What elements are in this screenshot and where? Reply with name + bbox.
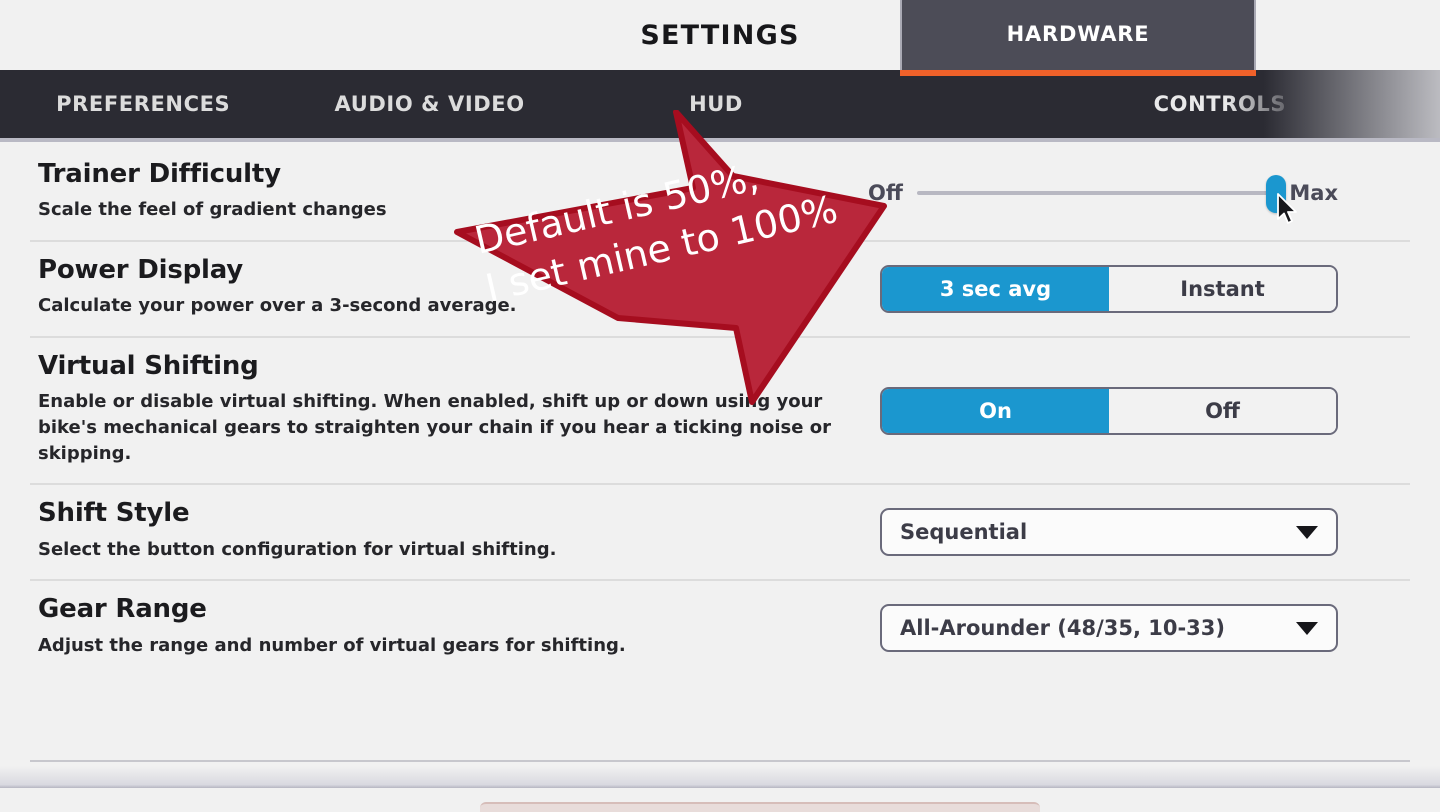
- bottom-shade: [0, 766, 1440, 788]
- setting-description: Select the button configuration for virt…: [38, 538, 557, 560]
- setting-control: Sequential: [868, 506, 1338, 557]
- tab-active-indicator: [900, 70, 1256, 76]
- slider-track[interactable]: [916, 191, 1276, 195]
- tab-hud[interactable]: HUD: [573, 70, 859, 138]
- slider-track-area[interactable]: [916, 173, 1298, 224]
- dropdown-value: All-Arounder (48/35, 10-33): [900, 616, 1226, 641]
- setting-description: Calculate your power over a 3-second ave…: [38, 295, 517, 317]
- bottom-panel-stub: [480, 802, 1040, 812]
- setting-control: All-Arounder (48/35, 10-33): [868, 602, 1338, 653]
- tab-label: HARDWARE: [1006, 22, 1150, 46]
- setting-control: Off Max: [868, 171, 1338, 224]
- bottom-divider: [30, 760, 1410, 762]
- tab-label: PREFERENCES: [56, 92, 231, 116]
- setting-title: Trainer Difficulty: [38, 159, 281, 189]
- setting-row-trainer-difficulty: Trainer Difficulty Scale the feel of gra…: [0, 144, 1440, 240]
- virtual-shifting-toggle[interactable]: On Off: [880, 386, 1338, 435]
- slider-handle[interactable]: [1266, 175, 1287, 213]
- power-display-toggle[interactable]: 3 sec avg Instant: [880, 265, 1338, 313]
- setting-title: Virtual Shifting: [38, 351, 259, 381]
- tab-label: HUD: [689, 92, 743, 116]
- chevron-down-icon: [1296, 525, 1318, 539]
- segment-on[interactable]: On: [882, 388, 1109, 433]
- settings-list: Trainer Difficulty Scale the feel of gra…: [0, 138, 1440, 675]
- setting-text: Gear Range Adjust the range and number o…: [38, 595, 868, 658]
- shift-style-dropdown[interactable]: Sequential: [880, 508, 1338, 557]
- page-title: SETTINGS: [640, 19, 800, 51]
- tab-audio-video[interactable]: AUDIO & VIDEO: [286, 70, 572, 138]
- setting-description: Enable or disable virtual shifting. When…: [38, 391, 831, 465]
- setting-row-power-display: Power Display Calculate your power over …: [0, 240, 1440, 336]
- chevron-down-icon: [1296, 621, 1318, 635]
- setting-text: Trainer Difficulty Scale the feel of gra…: [38, 159, 868, 223]
- tab-label: CONTROLS: [1153, 92, 1287, 116]
- setting-row-virtual-shifting: Virtual Shifting Enable or disable virtu…: [0, 336, 1440, 483]
- dropdown-value: Sequential: [900, 520, 1028, 545]
- setting-text: Virtual Shifting Enable or disable virtu…: [38, 351, 868, 467]
- slider-min-label: Off: [868, 181, 903, 205]
- tab-hardware[interactable]: HARDWARE: [900, 0, 1256, 74]
- setting-text: Power Display Calculate your power over …: [38, 255, 868, 319]
- segment-instant[interactable]: Instant: [1109, 267, 1336, 311]
- setting-control: 3 sec avg Instant: [868, 263, 1338, 313]
- trainer-difficulty-slider[interactable]: Off Max: [868, 173, 1338, 224]
- setting-text: Shift Style Select the button configurat…: [38, 499, 868, 562]
- segment-3-sec-avg[interactable]: 3 sec avg: [882, 267, 1109, 311]
- setting-description: Adjust the range and number of virtual g…: [38, 634, 626, 656]
- segment-off[interactable]: Off: [1109, 388, 1336, 433]
- gear-range-dropdown[interactable]: All-Arounder (48/35, 10-33): [880, 604, 1338, 653]
- setting-row-shift-style: Shift Style Select the button configurat…: [0, 483, 1440, 579]
- setting-title: Gear Range: [38, 594, 207, 625]
- setting-control: On Off: [868, 385, 1338, 435]
- settings-tabbar: PREFERENCES AUDIO & VIDEO HUD HARDWARE C…: [0, 70, 1440, 142]
- tab-controls[interactable]: CONTROLS: [1145, 70, 1440, 138]
- setting-title: Power Display: [38, 255, 244, 285]
- setting-description: Scale the feel of gradient changes: [38, 199, 387, 221]
- setting-title: Shift Style: [38, 498, 190, 529]
- slider-max-label: Max: [1289, 181, 1338, 205]
- setting-row-gear-range: Gear Range Adjust the range and number o…: [0, 579, 1440, 675]
- tab-preferences[interactable]: PREFERENCES: [0, 70, 286, 138]
- tab-label: AUDIO & VIDEO: [334, 92, 525, 116]
